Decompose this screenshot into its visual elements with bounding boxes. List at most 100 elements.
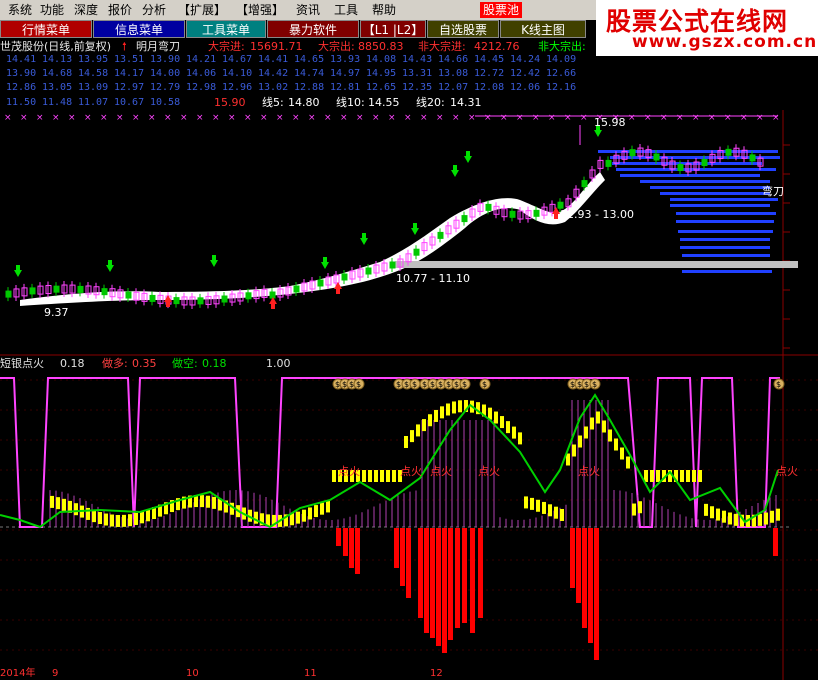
signal-bar — [50, 495, 54, 508]
long-label: 做多: — [102, 357, 128, 370]
short-bar — [349, 528, 354, 568]
candle — [341, 273, 348, 281]
support-band — [395, 261, 798, 268]
signal-bar — [308, 507, 312, 520]
signal-bar — [122, 514, 126, 527]
x-marker: × — [548, 113, 556, 123]
x-marker: × — [468, 113, 476, 123]
x-marker: × — [580, 113, 588, 123]
volume-profile-bar — [680, 246, 770, 249]
signal-bar — [758, 513, 762, 526]
coin-icon-glyph: $ — [592, 380, 597, 389]
candle — [29, 287, 36, 295]
signal-bar — [596, 411, 600, 424]
x-marker: × — [484, 113, 492, 123]
short-bar — [576, 528, 581, 603]
x-marker: × — [452, 113, 460, 123]
candle — [677, 164, 684, 172]
grid-cell: 12.42 — [510, 68, 541, 79]
short-bar — [470, 528, 475, 633]
coin-icon-glyph: $ — [342, 380, 347, 389]
signal-bar — [434, 409, 438, 422]
x-marker: × — [20, 113, 28, 123]
grid-cell: 13.31 — [402, 68, 433, 79]
x-marker: × — [244, 113, 252, 123]
candle — [485, 203, 492, 211]
signal-bar — [116, 514, 120, 527]
x-marker: × — [228, 113, 236, 123]
signal-bar — [590, 417, 594, 430]
candle — [245, 292, 252, 300]
ma5-value: 14.80 — [288, 96, 320, 109]
short-bar — [436, 528, 441, 646]
x-marker: × — [724, 113, 732, 123]
x-marker: × — [740, 113, 748, 123]
signal-bar — [584, 426, 588, 439]
signal-bar — [578, 435, 582, 448]
x-marker: × — [356, 113, 364, 123]
short-label: 做空: — [172, 357, 198, 370]
short-bar — [418, 528, 423, 618]
fire-label-1: 点火 — [338, 465, 360, 478]
candle — [629, 149, 636, 157]
signal-bar — [614, 438, 618, 451]
grid-cell: 14.21 — [186, 54, 217, 65]
candle — [413, 248, 420, 256]
long-value: 0.35 — [132, 357, 157, 370]
signal-bar — [530, 497, 534, 510]
x-marker: × — [404, 113, 412, 123]
grid-cell: 14.24 — [510, 54, 541, 65]
signal-bar — [110, 514, 114, 527]
x-marker: × — [276, 113, 284, 123]
coin-icon-glyph: $ — [438, 380, 443, 389]
coin-icon-glyph: $ — [482, 380, 487, 389]
signal-bar — [494, 411, 498, 424]
candle — [269, 291, 276, 299]
x-marker: × — [628, 113, 636, 123]
signal-bar — [446, 403, 450, 416]
grid-cell: 11.07 — [78, 97, 109, 108]
candle — [125, 291, 132, 299]
fire-label-4: 点火 — [478, 465, 500, 478]
short-bar — [336, 528, 341, 546]
grid-cell: 14.97 — [330, 68, 361, 79]
signal-bar — [560, 508, 564, 521]
x-marker: × — [676, 113, 684, 123]
short-bar — [455, 528, 460, 628]
step-line — [0, 377, 780, 528]
grid-cell: 14.13 — [42, 54, 73, 65]
grid-cell: 12.81 — [330, 82, 361, 93]
signal-bar — [620, 447, 624, 460]
coin-icon-glyph: $ — [412, 380, 417, 389]
sub-value-3: 1.00 — [266, 357, 291, 370]
candle — [509, 210, 516, 218]
grid-cell: 12.86 — [6, 82, 37, 93]
candle — [581, 180, 588, 188]
grid-cell: 13.90 — [150, 54, 181, 65]
volume-profile-bar — [660, 192, 770, 195]
signal-bar — [146, 509, 150, 522]
x-marker: × — [340, 113, 348, 123]
x-marker: × — [564, 113, 572, 123]
grid-cell: 14.68 — [42, 68, 73, 79]
grid-cell: 14.17 — [114, 68, 145, 79]
signal-bar — [296, 511, 300, 524]
x-marker: × — [292, 113, 300, 123]
volume-profile-bar — [670, 204, 770, 207]
x-marker: × — [212, 113, 220, 123]
grid-cell: 13.90 — [6, 68, 37, 79]
grid-cell: 13.05 — [42, 82, 73, 93]
grid-cell: 12.97 — [114, 82, 145, 93]
signal-bar — [698, 470, 702, 482]
high-price-label: 15.98 — [594, 116, 626, 129]
short-bar — [355, 528, 360, 574]
signal-bar — [104, 513, 108, 526]
signal-bar — [422, 419, 426, 432]
x-axis-dec: 12 — [430, 668, 443, 679]
ma20-value: 14.31 — [450, 96, 482, 109]
nonbig-in-label: 非大宗进: — [418, 40, 466, 53]
x-axis-oct: 10 — [186, 668, 199, 679]
signal-bar — [404, 436, 408, 449]
signal-bar — [626, 456, 630, 469]
signal-bar — [704, 503, 708, 516]
